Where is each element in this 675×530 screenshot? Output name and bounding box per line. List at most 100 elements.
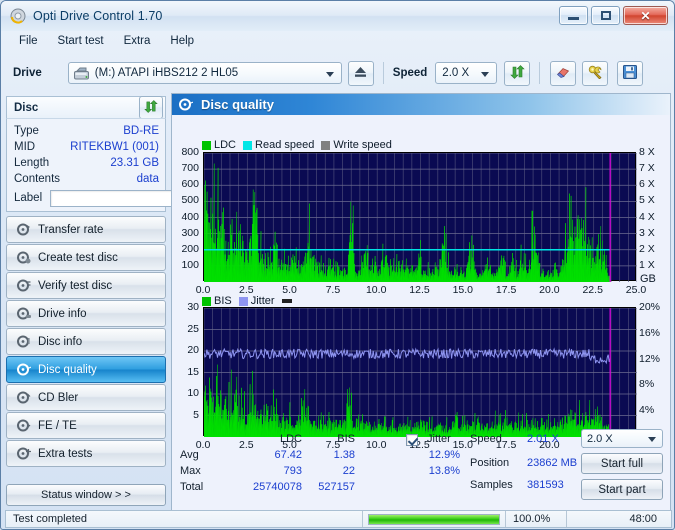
sidebar-item-transfer-rate[interactable]: Transfer rate [6, 216, 166, 243]
save-icon [623, 64, 638, 82]
ldc-chart-legend: LDC Read speed Write speed [202, 139, 392, 151]
stats-row-total-name: Total [180, 481, 204, 493]
sidebar-item-extra-tests[interactable]: Extra tests [6, 440, 166, 467]
stats-position-label: Position [470, 457, 510, 469]
disc-row-mid: MID RITEKBW1 (001) [14, 139, 159, 155]
close-button[interactable]: ✕ [623, 6, 668, 25]
drive-value: (M:) ATAPI iHBS212 2 HL05 [94, 67, 239, 79]
stats-max-jitter: 13.8% [428, 465, 460, 477]
disc-verify-icon [15, 279, 32, 292]
sidebar-item-fe-te[interactable]: FE / TE [6, 412, 166, 439]
stats-row-max-name: Max [180, 465, 201, 477]
y-tick-label: 25 [187, 322, 199, 335]
legend-swatch-write-speed [321, 140, 331, 150]
eject-button[interactable] [347, 60, 374, 86]
disc-quality-icon [15, 363, 32, 376]
y-tick-label: 15 [187, 365, 199, 378]
stats-col-bis: BIS [337, 433, 355, 445]
stats-samples-label: Samples [470, 479, 513, 491]
disc-quality-icon [179, 98, 193, 111]
legend-label-jitter: Jitter [250, 295, 275, 307]
start-full-button[interactable]: Start full [581, 453, 663, 474]
refresh-button[interactable] [504, 60, 531, 86]
y-tick-label: 800 [181, 146, 199, 158]
start-part-button[interactable]: Start part [581, 479, 663, 500]
tools-button[interactable] [582, 60, 609, 86]
application-window: Opti Drive Control 1.70 ✕ File Start tes… [0, 0, 675, 530]
disc-refresh-button[interactable] [139, 96, 163, 119]
drive-icon [73, 67, 89, 80]
stats-max-bis: 22 [342, 465, 355, 477]
ldc-plot-area[interactable] [203, 152, 638, 283]
y2-tick-label: 16% [639, 326, 661, 339]
y-tick-label: 500 [181, 194, 199, 207]
legend-label-ldc: LDC [214, 139, 237, 151]
sidebar-label: Drive info [38, 307, 87, 320]
sidebar-label: Disc info [38, 335, 83, 348]
menu-item-start-test[interactable]: Start test [49, 33, 113, 49]
y2-tick-label: 5 X [639, 194, 655, 207]
sidebar-item-create-test-disc[interactable]: Create test disc [6, 244, 166, 271]
y2-tick-label: 7 X [639, 162, 655, 175]
menu-bar: File Start test Extra Help [2, 31, 673, 51]
drive-toolbar: Drive (M:) ATAPI iHBS212 2 HL05 Speed 2.… [5, 53, 672, 93]
legend-swatch-bis [202, 296, 211, 306]
sidebar-item-disc-quality[interactable]: Disc quality [6, 356, 166, 383]
drive-info-icon [15, 307, 32, 320]
speed-select[interactable]: 2.0 X [435, 62, 498, 84]
maximize-button[interactable] [591, 6, 620, 25]
disc-panel-header: Disc [6, 96, 166, 119]
disc-quality-panel: Disc quality LDC Read speed Write speed … [171, 93, 671, 512]
sidebar-item-drive-info[interactable]: Drive info [6, 300, 166, 327]
test-speed-value: 2.0 X [587, 432, 613, 445]
disc-info-panel: Type BD-RE MID RITEKBW1 (001) Length 23.… [6, 118, 258, 212]
chevron-down-icon [325, 72, 334, 77]
sidebar-label: Verify test disc [38, 279, 113, 292]
y-tick-label: 400 [181, 210, 199, 223]
sidebar-item-cd-bler[interactable]: CD Bler [6, 384, 166, 411]
y2-tick-label: 4% [639, 404, 655, 417]
save-button[interactable] [617, 60, 644, 86]
disc-value-mid: RITEKBW1 (001) [70, 141, 159, 153]
stats-avg-jitter: 12.9% [428, 449, 460, 461]
menu-item-extra[interactable]: Extra [115, 33, 160, 49]
y-tick-label: 5 [193, 408, 199, 421]
eraser-icon [556, 65, 571, 82]
y2-tick-label: 3 X [639, 226, 655, 239]
y2-tick-label: 8 X [639, 146, 655, 158]
sidebar-item-verify-test-disc[interactable]: Verify test disc [6, 272, 166, 299]
drive-select[interactable]: (M:) ATAPI iHBS212 2 HL05 [67, 62, 342, 84]
legend-label-bis: BIS [214, 295, 232, 307]
maximize-icon [600, 11, 611, 20]
sidebar-item-disc-info[interactable]: Disc info [6, 328, 166, 355]
disc-create-icon [15, 251, 32, 264]
disc-panel-title: Disc [14, 101, 39, 114]
minimize-button[interactable] [559, 6, 588, 25]
y-tick-label: 30 [187, 301, 199, 313]
menu-item-help[interactable]: Help [161, 33, 203, 49]
bis-plot-area[interactable] [203, 307, 638, 438]
disc-value-length: 23.31 GB [110, 157, 159, 169]
disc-value-type: BD-RE [123, 125, 159, 137]
minimize-icon [568, 17, 579, 20]
jitter-label: Jitter [427, 433, 451, 445]
y2-tick-label: 4 X [639, 210, 655, 223]
status-bar: Test completed 100.0% 48:00 [5, 510, 672, 528]
status-window-button[interactable]: Status window > > [6, 484, 166, 506]
legend-label-read-speed: Read speed [255, 139, 315, 151]
test-nav-list: Transfer rate Create test disc Verify te… [6, 216, 166, 468]
window-title: Opti Drive Control 1.70 [33, 9, 163, 23]
x-tick-label: 20.0 [539, 284, 560, 296]
speed-label: Speed [392, 67, 428, 79]
stats-avg-bis: 1.38 [333, 449, 355, 461]
y-tick-label: 700 [181, 162, 199, 175]
stats-total-bis: 527157 [318, 481, 355, 493]
menu-item-file[interactable]: File [10, 33, 47, 49]
sidebar-label: Extra tests [38, 447, 93, 460]
test-speed-select[interactable]: 2.0 X [581, 429, 663, 448]
disc-row-length: Length 23.31 GB [14, 155, 159, 171]
y2-tick-label: 6 X [639, 178, 655, 191]
jitter-checkbox[interactable] [406, 434, 418, 446]
erase-button[interactable] [550, 60, 577, 86]
chevron-down-icon [481, 72, 490, 77]
